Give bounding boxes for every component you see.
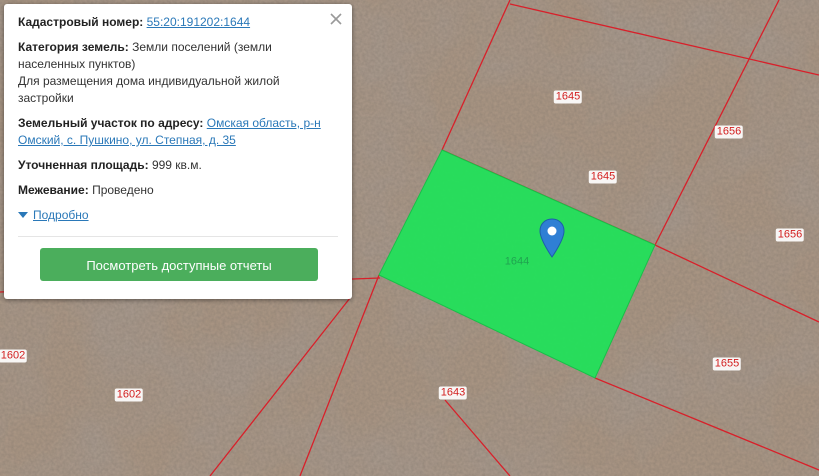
cadastral-number-label: Кадастровый номер: <box>18 15 144 29</box>
cadastral-number-link[interactable]: 55:20:191202:1644 <box>147 15 250 29</box>
view-reports-button[interactable]: Посмотреть доступные отчеты <box>40 248 318 281</box>
caret-down-icon <box>18 212 28 218</box>
area-label: Уточненная площадь: <box>18 158 149 172</box>
cadastral-number-row: Кадастровый номер: 55:20:191202:1644 <box>18 14 338 31</box>
area-value: 999 кв.м. <box>151 158 202 172</box>
land-category-label: Категория земель: <box>18 40 129 54</box>
survey-label: Межевание: <box>18 183 89 197</box>
plot-label-1645: 1645 <box>588 170 618 184</box>
divider <box>18 236 338 237</box>
address-label: Земельный участок по адресу: <box>18 116 204 130</box>
details-link[interactable]: Подробно <box>33 207 89 224</box>
plot-label-1643: 1643 <box>438 386 468 400</box>
plot-label-1655: 1655 <box>712 357 742 371</box>
plot-label-1656: 1656 <box>714 125 744 139</box>
plot-label-1602: 1602 <box>114 388 144 402</box>
plot-label-1644: 1644 <box>504 255 530 268</box>
plot-label-1602: 1602 <box>0 349 28 363</box>
close-icon[interactable] <box>328 11 344 27</box>
permitted-use-value: Для размещения дома индивидуальной жилой… <box>18 74 280 105</box>
land-category-row: Категория земель: Земли поселений (земли… <box>18 39 338 107</box>
address-row: Земельный участок по адресу: Омская обла… <box>18 115 338 149</box>
plot-info-popup: Кадастровый номер: 55:20:191202:1644 Кат… <box>4 4 352 299</box>
survey-value: Проведено <box>92 183 154 197</box>
details-toggle[interactable]: Подробно <box>18 207 338 224</box>
area-row: Уточненная площадь: 999 кв.м. <box>18 157 338 174</box>
survey-row: Межевание: Проведено <box>18 182 338 199</box>
plot-label-1656: 1656 <box>775 228 805 242</box>
map-pin-icon[interactable] <box>539 218 565 258</box>
plot-label-1645: 1645 <box>553 90 583 104</box>
